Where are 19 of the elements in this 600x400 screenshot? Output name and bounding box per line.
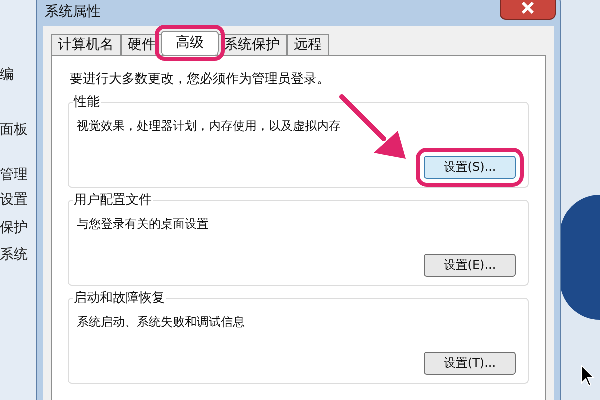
group-description: 与您登录有关的桌面设置 [77, 216, 210, 232]
close-icon [521, 2, 535, 14]
background-text: 系统 [0, 246, 28, 265]
background-text: 编 [0, 66, 14, 85]
background-text: 面板 [0, 121, 28, 140]
close-button[interactable] [500, 0, 556, 20]
background-text: 管理 [0, 166, 28, 185]
cursor-icon [581, 365, 595, 387]
settings-button[interactable]: 设置(T)... [424, 352, 516, 374]
settings-button[interactable]: 设置(E)... [424, 254, 516, 276]
background-text: 设置 [0, 191, 28, 210]
window-title: 系统属性 [45, 3, 101, 22]
admin-notice: 要进行大多数更改，您必须作为管理员登录。 [70, 71, 331, 89]
group-description: 系统启动、系统失败和调试信息 [77, 314, 246, 330]
tab[interactable]: 系统保护 [217, 34, 287, 55]
tab[interactable]: 远程 [287, 34, 329, 55]
background-text: 保护 [0, 219, 28, 238]
group-description: 视觉效果，处理器计划，内存使用，以及虚拟内存 [77, 118, 342, 134]
tab[interactable]: 计算机名 [51, 34, 121, 55]
